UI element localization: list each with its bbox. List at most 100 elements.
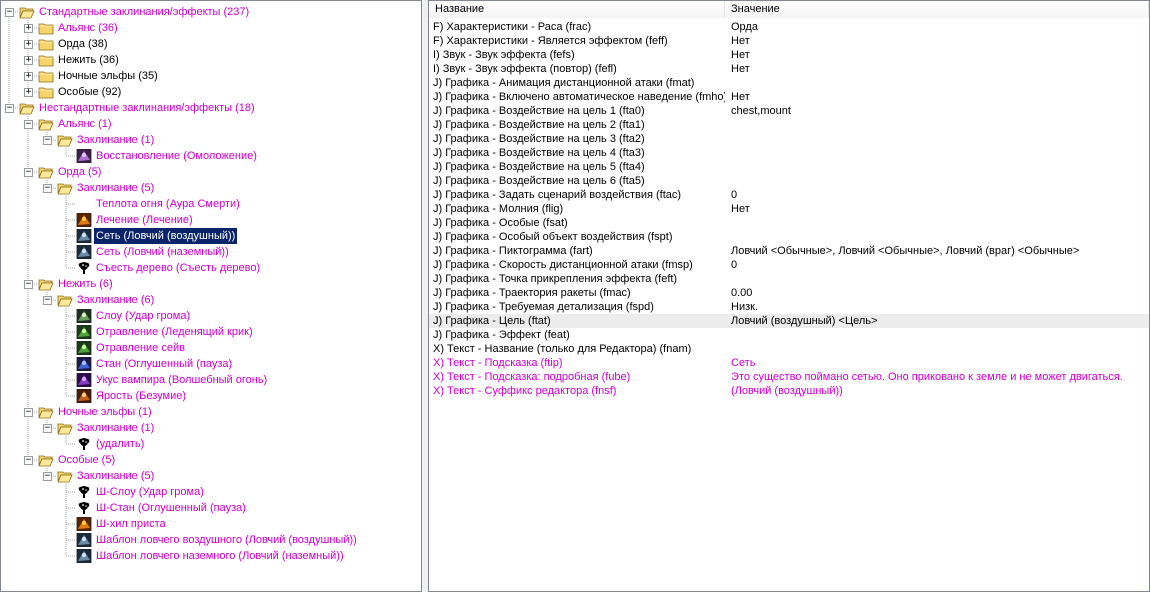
property-value[interactable]: Нет xyxy=(725,48,1149,62)
tree-item-spell[interactable]: Отравление (Леденящий крик) xyxy=(1,324,421,340)
property-row[interactable]: J) Графика - Цель (ftat) Ловчий (воздушны… xyxy=(429,314,1149,328)
property-value[interactable] xyxy=(725,342,1149,356)
property-row[interactable]: F) Характеристики - Раса (frac) Орда xyxy=(429,20,1149,34)
property-row[interactable]: J) Графика - Воздействие на цель 3 (fta2… xyxy=(429,132,1149,146)
tree-item-spell[interactable]: Восстановление (Омоложение) xyxy=(1,148,421,164)
property-row[interactable]: J) Графика - Требуемая детализация (fspd… xyxy=(429,300,1149,314)
property-value[interactable] xyxy=(725,76,1149,90)
tree-item-label[interactable]: Ш-Стан (Оглушенный (пауза) xyxy=(94,500,248,516)
tree-item-label[interactable]: Ш-Слоу (Удар грома) xyxy=(94,484,206,500)
column-header-name[interactable]: Название xyxy=(429,1,725,18)
tree-item-spell[interactable]: Шаблон ловчего воздушного (Ловчий (возду… xyxy=(1,532,421,548)
property-row[interactable]: J) Графика - Воздействие на цель 2 (fta1… xyxy=(429,118,1149,132)
property-value[interactable]: 0 xyxy=(725,258,1149,272)
tree-item-label[interactable]: Заклинание (6) xyxy=(75,292,156,308)
tree-item-folder[interactable]: − Заклинание (5) xyxy=(1,468,421,484)
tree-item-label[interactable]: Сеть (Ловчий (наземный)) xyxy=(94,244,231,260)
tree-item-spell[interactable]: Сеть (Ловчий (воздушный)) xyxy=(1,227,421,245)
property-value[interactable]: Это существо поймано сетью. Оно прикован… xyxy=(725,370,1149,384)
properties-pane[interactable]: Название Значение F) Характеристики - Ра… xyxy=(428,0,1150,592)
property-value[interactable]: Нет xyxy=(725,62,1149,76)
property-row[interactable]: J) Графика - Скорость дистанционной атак… xyxy=(429,258,1149,272)
property-value[interactable]: chest,mount xyxy=(725,104,1149,118)
tree-item-label[interactable]: Нежить (36) xyxy=(56,52,121,68)
property-row[interactable]: J) Графика - Воздействие на цель 6 (fta5… xyxy=(429,174,1149,188)
property-row[interactable]: J) Графика - Эффект (feat) xyxy=(429,328,1149,342)
tree-item-spell[interactable]: Теплота огня (Аура Смерти) xyxy=(1,196,421,212)
tree-item-folder[interactable]: + Альянс (36) xyxy=(1,20,421,36)
property-row[interactable]: J) Графика - Особые (fsat) xyxy=(429,216,1149,230)
collapse-minus-icon[interactable]: − xyxy=(24,120,33,129)
tree-item-label[interactable]: Заклинание (5) xyxy=(75,468,156,484)
tree-item-folder[interactable]: + Орда (38) xyxy=(1,36,421,52)
tree-item-folder[interactable]: − Альянс (1) xyxy=(1,116,421,132)
property-value[interactable] xyxy=(725,174,1149,188)
tree-item-label[interactable]: Нежить (6) xyxy=(56,276,115,292)
tree-item-spell[interactable]: Слоу (Удар грома) xyxy=(1,308,421,324)
property-value[interactable] xyxy=(725,216,1149,230)
property-value[interactable]: Орда xyxy=(725,20,1149,34)
property-value[interactable] xyxy=(725,146,1149,160)
tree-item-label[interactable]: Сеть (Ловчий (воздушный)) xyxy=(92,227,239,245)
tree-item-label[interactable]: Орда (5) xyxy=(56,164,103,180)
collapse-minus-icon[interactable]: − xyxy=(24,456,33,465)
property-value[interactable] xyxy=(725,132,1149,146)
property-row[interactable]: J) Графика - Воздействие на цель 5 (fta4… xyxy=(429,160,1149,174)
property-row[interactable]: X) Текст - Подсказка (ftip) Сеть xyxy=(429,356,1149,370)
tree-item-label[interactable]: Ярость (Безумие) xyxy=(94,388,188,404)
tree-item-spell[interactable]: Ш-Слоу (Удар грома) xyxy=(1,484,421,500)
collapse-minus-icon[interactable]: − xyxy=(43,472,52,481)
tree-item-label[interactable]: Орда (38) xyxy=(56,36,110,52)
tree-item-folder[interactable]: − Заклинание (5) xyxy=(1,180,421,196)
expand-plus-icon[interactable]: + xyxy=(24,56,33,65)
property-row[interactable]: J) Графика - Траектория ракеты (fmac) 0.0… xyxy=(429,286,1149,300)
property-value[interactable]: (Ловчий (воздушный)) xyxy=(725,384,1149,398)
tree-item-label[interactable]: Альянс (1) xyxy=(56,116,114,132)
expand-plus-icon[interactable]: + xyxy=(24,40,33,49)
tree-item-label[interactable]: Заклинание (5) xyxy=(75,180,156,196)
tree-item-spell[interactable]: Стан (Оглушенный (пауза) xyxy=(1,356,421,372)
tree-item-label[interactable]: Нестандартные заклинания/эффекты (18) xyxy=(37,100,257,116)
tree-item-label[interactable]: Слоу (Удар грома) xyxy=(94,308,192,324)
tree-item-spell[interactable]: Ш-Стан (Оглушенный (пауза) xyxy=(1,500,421,516)
tree-item-spell[interactable]: Укус вампира (Волшебный огонь) xyxy=(1,372,421,388)
tree-item-label[interactable]: Стан (Оглушенный (пауза) xyxy=(94,356,234,372)
property-row[interactable]: I) Звук - Звук эффекта (повтор) (fefl) Не… xyxy=(429,62,1149,76)
tree-item-label[interactable]: Ночные эльфы (1) xyxy=(56,404,154,420)
tree-item-label[interactable]: Ночные эльфы (35) xyxy=(56,68,160,84)
property-row[interactable]: J) Графика - Точка прикрепления эффекта … xyxy=(429,272,1149,286)
tree-item-spell[interactable]: Съесть дерево (Съесть дерево) xyxy=(1,260,421,276)
tree-item-label[interactable]: Стандартные заклинания/эффекты (237) xyxy=(37,4,251,20)
tree-item-folder[interactable]: − Заклинание (6) xyxy=(1,292,421,308)
tree-item-label[interactable]: Особые (5) xyxy=(56,452,117,468)
column-header-value[interactable]: Значение xyxy=(725,1,1149,18)
collapse-minus-icon[interactable]: − xyxy=(43,136,52,145)
tree-item-label[interactable]: Отравление (Леденящий крик) xyxy=(94,324,255,340)
collapse-minus-icon[interactable]: − xyxy=(5,8,14,17)
property-value[interactable] xyxy=(725,160,1149,174)
property-row[interactable]: J) Графика - Воздействие на цель 4 (fta3… xyxy=(429,146,1149,160)
tree-item-label[interactable]: Шаблон ловчего воздушного (Ловчий (возду… xyxy=(94,532,359,548)
tree-item-label[interactable]: Заклинание (1) xyxy=(75,132,156,148)
tree-item-folder[interactable]: − Стандартные заклинания/эффекты (237) xyxy=(1,4,421,20)
property-value[interactable]: Нет xyxy=(725,34,1149,48)
tree-item-folder[interactable]: + Ночные эльфы (35) xyxy=(1,68,421,84)
expand-plus-icon[interactable]: + xyxy=(24,24,33,33)
tree-item-label[interactable]: Теплота огня (Аура Смерти) xyxy=(94,196,242,212)
tree-item-spell[interactable]: Ярость (Безумие) xyxy=(1,388,421,404)
tree-item-label[interactable]: Отравление сейв xyxy=(94,340,187,356)
property-value[interactable]: 0 xyxy=(725,188,1149,202)
property-row[interactable]: J) Графика - Задать сценарий воздействия… xyxy=(429,188,1149,202)
property-row[interactable]: J) Графика - Молния (flig) Нет xyxy=(429,202,1149,216)
tree-item-spell[interactable]: Сеть (Ловчий (наземный)) xyxy=(1,244,421,260)
property-value[interactable]: Нет xyxy=(725,202,1149,216)
tree-item-label[interactable]: Восстановление (Омоложение) xyxy=(94,148,259,164)
tree-item-spell[interactable]: Шаблон ловчего наземного (Ловчий (наземн… xyxy=(1,548,421,564)
collapse-minus-icon[interactable]: − xyxy=(43,424,52,433)
expand-plus-icon[interactable]: + xyxy=(24,72,33,81)
tree-item-folder[interactable]: − Орда (5) xyxy=(1,164,421,180)
expand-plus-icon[interactable]: + xyxy=(24,88,33,97)
tree-item-label[interactable]: (удалить) xyxy=(94,436,146,452)
property-row[interactable]: J) Графика - Особый объект воздействия (… xyxy=(429,230,1149,244)
property-value[interactable]: Низк. xyxy=(725,300,1149,314)
